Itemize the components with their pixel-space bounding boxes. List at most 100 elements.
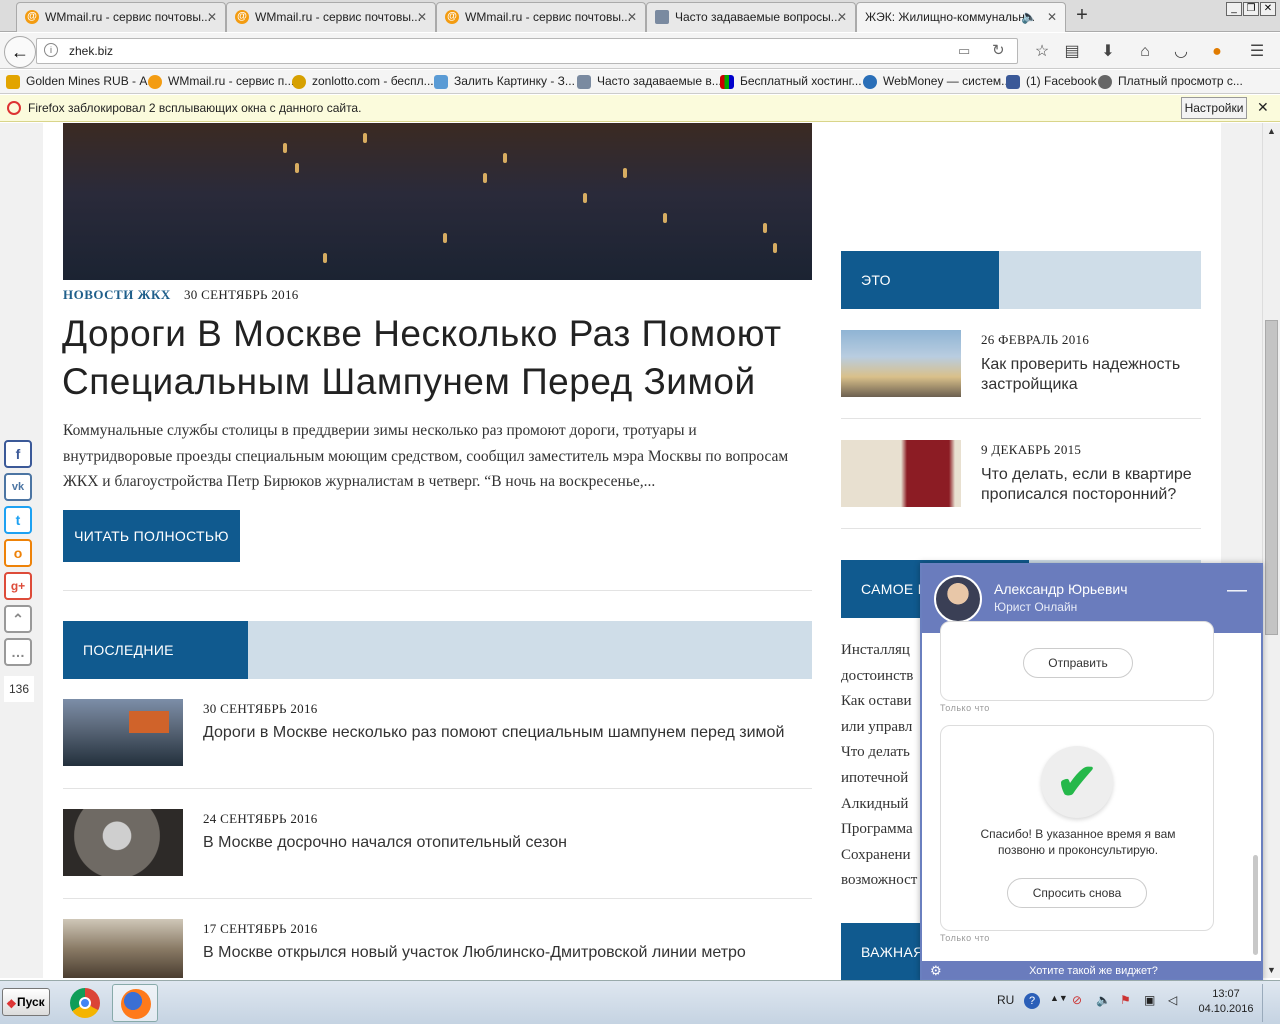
extension-icon[interactable]: ● [1204,39,1230,65]
speaker-icon[interactable]: 🔈 [1021,9,1037,25]
close-window-button[interactable]: ✕ [1260,2,1276,16]
network-icon[interactable]: ▣ [1144,993,1155,1007]
bookmark-item[interactable]: WMmail.ru - сервис п... [148,74,294,89]
tab-wmmail-3[interactable]: @ WMmail.ru - сервис почтовы... ✕ [436,2,646,32]
google-plus-share-icon[interactable]: g+ [4,572,32,600]
bookmark-item[interactable]: (1) Facebook [1006,74,1097,89]
popular-line[interactable]: Алкидный [841,792,921,818]
minimize-window-button[interactable]: _ [1226,2,1242,16]
show-desktop-button[interactable] [1262,984,1278,1022]
popular-line[interactable]: Как остави [841,689,921,715]
globe-icon [863,75,877,89]
settings-gear-icon[interactable]: ⚙ [930,961,942,979]
scroll-up-icon[interactable]: ⌃ [4,605,32,633]
volume-icon[interactable]: 🔈 [1096,993,1111,1007]
url-bar[interactable]: zhek.biz [36,38,1018,64]
popular-line[interactable]: Программа [841,817,921,843]
language-indicator[interactable]: RU [997,993,1014,1007]
chrome-taskbar-button[interactable] [64,984,106,1022]
help-icon[interactable]: ? [1024,993,1040,1009]
close-tab-icon[interactable]: ✕ [207,10,217,24]
minimize-chat-icon[interactable]: — [1227,579,1247,602]
twitter-share-icon[interactable]: t [4,506,32,534]
tab-zhek[interactable]: ЖЭК: Жилищно-коммунальн... 🔈 ✕ [856,2,1066,32]
bookmarks-list-icon[interactable]: ▤ [1059,39,1085,65]
notification-settings-button[interactable]: Настройки [1181,97,1247,119]
read-more-button[interactable]: ЧИТАТЬ ПОЛНОСТЬЮ [63,510,240,562]
divider [841,418,1201,419]
bookmark-item[interactable]: Платный просмотр с... [1098,74,1243,89]
taskbar [0,980,1280,1024]
downloads-icon[interactable]: ⬇ [1095,39,1121,65]
close-tab-icon[interactable]: ✕ [417,10,427,24]
chat-scrollbar[interactable] [1253,855,1258,955]
post-thumbnail[interactable] [63,809,183,876]
bookmark-item[interactable]: WebMoney — систем... [863,74,1011,89]
close-tab-icon[interactable]: ✕ [627,10,637,24]
menu-icon[interactable]: ☰ [1244,39,1270,65]
bookmark-item[interactable]: Залить Картинку - З... [434,74,575,89]
sidebar-thumbnail[interactable] [841,440,961,507]
restore-window-button[interactable]: ❐ [1243,2,1259,16]
popular-line[interactable]: ипотечной [841,766,921,792]
wmmail-favicon-icon: @ [25,10,39,24]
widget-promo-link[interactable]: Хотите такой же виджет? [1029,965,1158,977]
speaker-tray-icon[interactable]: ◁ [1168,993,1177,1007]
clock[interactable]: 13:07 04.10.2016 [1198,988,1254,1015]
new-tab-button[interactable]: + [1070,4,1094,28]
sidebar-thumbnail[interactable] [841,330,961,397]
popular-line[interactable]: возможност [841,868,921,894]
scroll-down-arrow-icon[interactable]: ▼ [1264,963,1279,977]
post-date: 17 СЕНТЯБРЬ 2016 [203,921,318,936]
article-hero-image[interactable] [63,123,812,280]
send-button[interactable]: Отправить [1023,648,1133,678]
tab-wmmail-2[interactable]: @ WMmail.ru - сервис почтовы... ✕ [226,2,436,32]
antivirus-icon[interactable]: ⊘ [1072,993,1082,1007]
post-thumbnail[interactable] [63,919,183,978]
tray-expand-icon[interactable]: ▲▼ [1050,993,1068,1003]
facebook-share-icon[interactable]: f [4,440,32,468]
flag-icon[interactable]: ⚑ [1120,993,1131,1007]
popular-line[interactable]: или управл [841,715,921,741]
popular-line[interactable]: Сохранени [841,843,921,869]
popular-line[interactable]: достоинств [841,664,921,690]
divider [841,528,1201,529]
post-title[interactable]: В Москве открылся новый участок Люблинск… [203,943,803,963]
firefox-taskbar-button[interactable] [112,984,158,1022]
sidebar-post-title[interactable]: Что делать, если в квартире прописался п… [981,465,1196,505]
popular-line[interactable]: Что делать [841,740,921,766]
vk-share-icon[interactable]: vk [4,473,32,501]
start-button[interactable]: ❖ Пуск [2,988,50,1016]
bookmark-star-icon[interactable]: ☆ [1029,39,1055,65]
share-count: 136 [4,676,34,702]
odnoklassniki-share-icon[interactable]: о [4,539,32,567]
ask-again-button[interactable]: Спросить снова [1007,878,1147,908]
chat-footer[interactable]: ⚙ Хотите такой же виджет? [922,961,1261,979]
site-info-icon[interactable]: i [44,43,58,57]
scroll-up-arrow-icon[interactable]: ▲ [1264,124,1279,138]
bookmark-item[interactable]: Golden Mines RUB - А... [6,74,157,89]
reload-icon[interactable]: ↻ [992,41,1005,59]
tab-wmmail-1[interactable]: @ WMmail.ru - сервис почтовы... ✕ [16,2,226,32]
close-tab-icon[interactable]: ✕ [837,10,847,24]
close-notification-icon[interactable]: ✕ [1257,99,1269,116]
pocket-icon[interactable]: ◡ [1168,39,1194,65]
bookmark-item[interactable]: Часто задаваемые в... [577,74,722,89]
bookmark-item[interactable]: Бесплатный хостинг... [720,74,862,89]
divider [63,898,812,899]
popular-line[interactable]: Инсталляц [841,638,921,664]
sidebar-post-title[interactable]: Как проверить надежность застройщика [981,355,1196,395]
back-button[interactable]: ← [4,36,36,68]
bookmark-item[interactable]: zonlotto.com - беспл... [292,74,434,89]
article-category[interactable]: НОВОСТИ ЖКХ [63,287,171,303]
reader-view-icon[interactable]: ▭ [958,43,970,59]
post-title[interactable]: В Москве досрочно начался отопительный с… [203,833,803,853]
tab-faq[interactable]: Часто задаваемые вопросы... ✕ [646,2,856,32]
close-tab-icon[interactable]: ✕ [1047,10,1057,24]
more-icon[interactable]: … [4,638,32,666]
scrollbar-thumb[interactable] [1265,320,1278,635]
post-title[interactable]: Дороги в Москве несколько раз помоют спе… [203,723,803,743]
post-thumbnail[interactable] [63,699,183,766]
home-icon[interactable]: ⌂ [1132,39,1158,65]
article-title[interactable]: Дороги В Москве Несколько Раз Помоют Спе… [62,310,822,406]
